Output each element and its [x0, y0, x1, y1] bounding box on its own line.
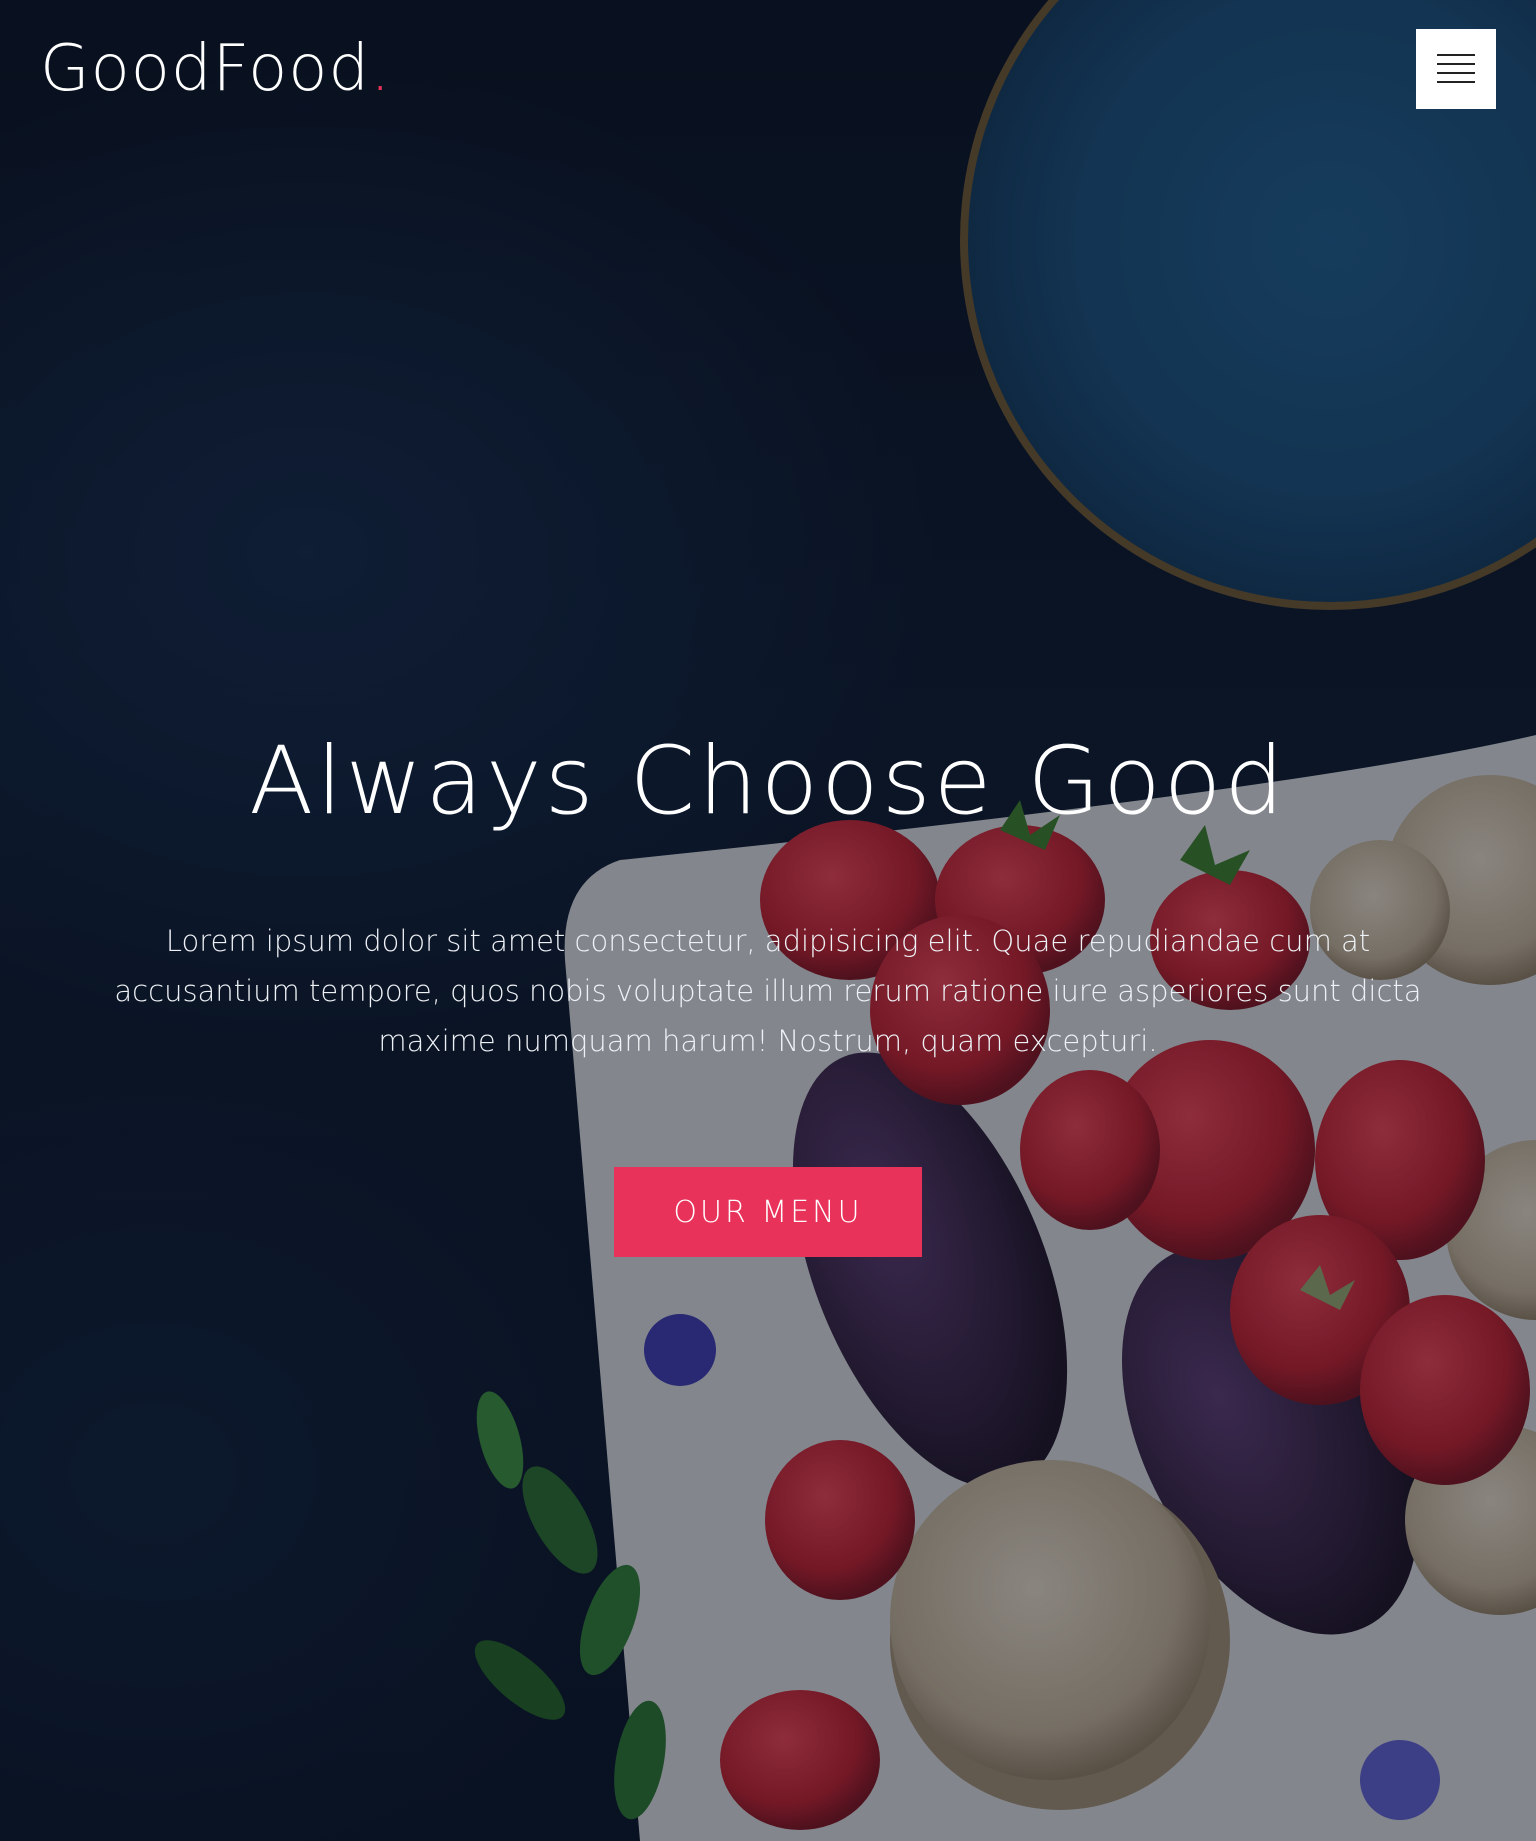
- hero-title: Always Choose Good: [249, 727, 1287, 836]
- logo[interactable]: GoodFood.: [40, 28, 391, 110]
- hero-section: GoodFood. Always Choose Good Lorem ipsum…: [0, 0, 1536, 1841]
- hero-description: Lorem ipsum dolor sit amet consectetur, …: [114, 924, 1422, 1058]
- logo-dot: .: [370, 32, 392, 106]
- logo-text: GoodFood: [40, 32, 370, 106]
- hamburger-menu-icon: [1437, 52, 1475, 86]
- menu-toggle-button[interactable]: [1416, 29, 1496, 109]
- our-menu-button[interactable]: OUR MENU: [614, 1167, 922, 1257]
